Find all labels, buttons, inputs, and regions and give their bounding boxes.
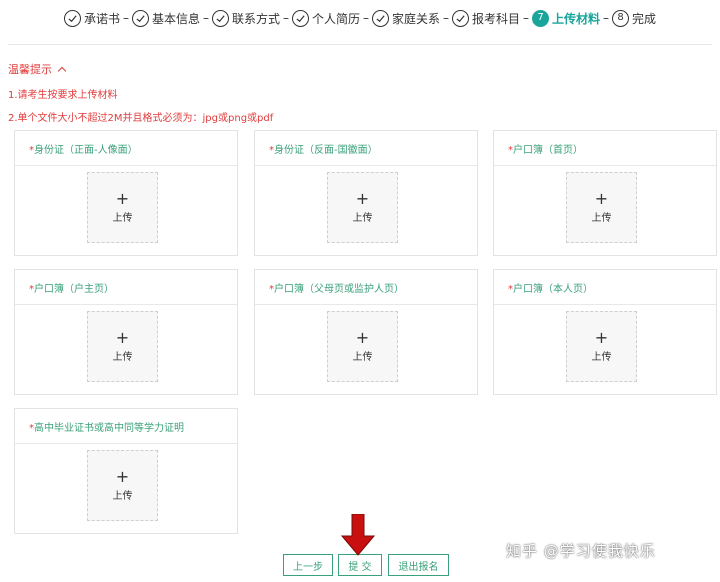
tips-title: 温馨提示 (8, 63, 52, 76)
plus-icon: + (594, 188, 609, 208)
upload-card-id-back: *身份证（反面-国徽面） + 上传 (254, 130, 478, 256)
card-title: *高中毕业证书或高中同等学力证明 (15, 409, 237, 444)
card-title: *户口簿（父母页或监护人页） (255, 270, 477, 305)
card-title-text: 户口簿（父母页或监护人页） (274, 284, 404, 295)
upload-button[interactable]: + 上传 (87, 311, 158, 382)
step-label: 基本信息 (151, 11, 200, 26)
step-number-badge: 8 (612, 9, 630, 27)
submit-button[interactable]: 提 交 (338, 554, 382, 576)
step-separator: – (122, 11, 129, 25)
upload-button[interactable]: + 上传 (87, 172, 158, 243)
plus-icon: + (115, 466, 130, 486)
step-separator: – (363, 11, 369, 25)
upload-label: 上传 (112, 490, 133, 502)
step-8: 8 完成 (612, 9, 657, 27)
check-circle-icon (372, 9, 389, 27)
upload-label: 上传 (591, 351, 612, 363)
upload-label: 上传 (112, 212, 133, 224)
card-title-text: 身份证（反面-国徽面） (274, 145, 378, 156)
upload-card-hukou-self: *户口簿（本人页） + 上传 (493, 269, 717, 395)
check-circle-icon (452, 9, 470, 27)
upload-label: 上传 (112, 351, 133, 363)
step-label: 个人简历 (311, 11, 360, 26)
step-separator: – (202, 11, 209, 25)
plus-icon: + (115, 188, 130, 208)
card-title-text: 高中毕业证书或高中同等学力证明 (34, 423, 184, 434)
step-1: 承诺书 (63, 9, 120, 27)
upload-card-hukou-head: *户口簿（户主页） + 上传 (14, 269, 238, 395)
step-separator: – (603, 11, 610, 25)
step-number-badge: 7 (532, 9, 550, 27)
upload-label: 上传 (591, 212, 612, 224)
step-3: 联系方式 (211, 9, 280, 27)
step-6: 报考科目 (452, 9, 521, 27)
check-circle-icon (131, 9, 149, 27)
step-label: 家庭关系 (392, 11, 441, 26)
header-divider (8, 44, 712, 45)
plus-icon: + (115, 327, 130, 347)
card-title: *身份证（反面-国徽面） (255, 131, 477, 166)
upload-card-id-front: *身份证（正面-人像面） + 上传 (14, 130, 238, 256)
step-separator: – (443, 11, 450, 25)
check-circle-icon (291, 9, 309, 27)
card-title-text: 户口簿（本人页） (513, 284, 593, 295)
upload-button[interactable]: + 上传 (566, 172, 637, 243)
step-label: 报考科目 (472, 11, 521, 26)
chevron-up-icon (57, 66, 67, 75)
prev-step-button[interactable]: 上一步 (283, 554, 333, 576)
check-circle-icon (211, 9, 229, 27)
plus-icon: + (355, 188, 370, 208)
card-title: *户口簿（本人页） (494, 270, 716, 305)
card-title-text: 户口簿（户主页） (34, 284, 114, 295)
step-label: 承诺书 (83, 11, 120, 26)
progress-stepper: 承诺书 – 基本信息 – 联系方式 – 个人简历 – 家庭关系 – 报考科目 –… (0, 7, 720, 29)
card-title: *户口簿（首页） (494, 131, 716, 166)
step-4: 个人简历 (291, 9, 360, 27)
step-5: 家庭关系 (372, 9, 441, 27)
upload-card-diploma: *高中毕业证书或高中同等学力证明 + 上传 (14, 408, 238, 534)
step-label: 联系方式 (231, 11, 280, 26)
step-2: 基本信息 (131, 9, 200, 27)
exit-registration-button[interactable]: 退出报名 (388, 554, 449, 576)
card-title-text: 户口簿（首页） (513, 145, 583, 156)
watermark: 知乎 @学习使我快乐 (506, 542, 656, 560)
plus-icon: + (594, 327, 609, 347)
upload-label: 上传 (352, 351, 373, 363)
card-title: *户口簿（户主页） (15, 270, 237, 305)
step-label: 上传材料 (552, 11, 601, 26)
step-separator: – (523, 11, 530, 25)
card-title-text: 身份证（正面-人像面） (34, 145, 138, 156)
upload-card-hukou-first: *户口簿（首页） + 上传 (493, 130, 717, 256)
plus-icon: + (355, 327, 370, 347)
tips-toggle[interactable]: 温馨提示 (8, 61, 67, 77)
upload-label: 上传 (352, 212, 373, 224)
upload-button[interactable]: + 上传 (87, 450, 158, 521)
step-separator: – (282, 11, 289, 25)
arrow-down-icon (341, 514, 375, 556)
tip-line-2: 2.单个文件大小不超过2M并且格式必须为：jpg或png或pdf (8, 113, 274, 124)
card-title: *身份证（正面-人像面） (15, 131, 237, 166)
upload-card-hukou-parent: *户口簿（父母页或监护人页） + 上传 (254, 269, 478, 395)
check-circle-icon (63, 9, 81, 27)
upload-button[interactable]: + 上传 (566, 311, 637, 382)
tip-line-1: 1.请考生按要求上传材料 (8, 90, 118, 101)
upload-button[interactable]: + 上传 (327, 311, 398, 382)
step-label: 完成 (632, 11, 657, 26)
upload-button[interactable]: + 上传 (327, 172, 398, 243)
step-7-active: 7 上传材料 (532, 9, 601, 27)
